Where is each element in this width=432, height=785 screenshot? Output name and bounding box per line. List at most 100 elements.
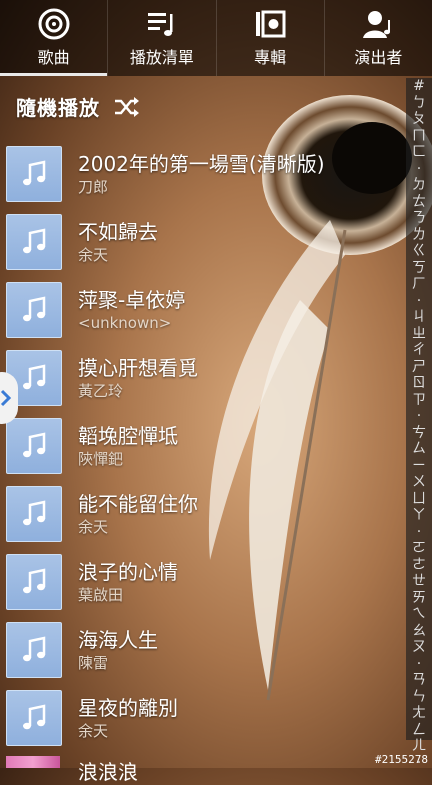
index-letter[interactable]: ㄅ	[406, 95, 432, 112]
song-artist: 陝憚鈀	[78, 450, 124, 468]
album-thumbnail	[6, 622, 62, 678]
song-artist: 陳雷	[78, 654, 109, 672]
song-list: 2002年的第一場雪(清晰版) 刀郎 不如歸去 余天 萍聚-卓依婷 <unknown>…	[0, 140, 400, 752]
album-thumbnail	[6, 146, 62, 202]
album-thumbnail-partial[interactable]	[6, 756, 60, 768]
index-letter[interactable]: ㄧ	[406, 458, 432, 475]
song-row[interactable]: 摸心肝想看覓 黃乙玲	[0, 344, 400, 412]
tab-songs[interactable]: 歌曲	[0, 0, 109, 76]
shuffle-label: 隨機播放	[16, 96, 100, 120]
song-title: 海海人生	[78, 628, 158, 652]
index-letter[interactable]: ㄢ	[406, 672, 432, 689]
music-note-icon	[23, 364, 46, 390]
song-row[interactable]: 萍聚-卓依婷 <unknown>	[0, 276, 400, 344]
tab-label: 演出者	[354, 48, 403, 67]
index-letter[interactable]: ㄠ	[406, 623, 432, 640]
index-letter[interactable]: ·	[406, 524, 432, 541]
index-letter[interactable]: ㄐ	[406, 309, 432, 326]
song-title-partial[interactable]: 浪浪浪	[78, 756, 138, 785]
song-row[interactable]: 能不能留住你 余天	[0, 480, 400, 548]
chevron-right-icon	[0, 389, 12, 407]
song-title: 不如歸去	[78, 220, 158, 244]
music-note-icon	[23, 228, 46, 254]
song-row[interactable]: 不如歸去 余天	[0, 208, 400, 276]
index-letter[interactable]: ㄜ	[406, 557, 432, 574]
song-row[interactable]: 星夜的離別 余天	[0, 684, 400, 752]
index-letter[interactable]: ㄟ	[406, 606, 432, 623]
index-letter[interactable]: ·	[406, 293, 432, 310]
tab-label: 專輯	[254, 48, 287, 67]
song-row[interactable]: 2002年的第一場雪(清晰版) 刀郎	[0, 140, 400, 208]
tab-label: 歌曲	[37, 48, 70, 67]
index-letter[interactable]: ㄩ	[406, 491, 432, 508]
index-letter[interactable]: ·	[406, 408, 432, 425]
song-title: 浪子的心情	[78, 560, 178, 584]
song-artist: 余天	[78, 518, 109, 536]
index-letter[interactable]: ㄡ	[406, 639, 432, 656]
playlist-icon	[147, 13, 173, 36]
tab-albums[interactable]: 專輯	[217, 0, 325, 76]
index-letter[interactable]: ㄥ	[406, 722, 432, 739]
index-letter[interactable]: ㄨ	[406, 474, 432, 491]
shuffle-play-button[interactable]: 隨機播放	[16, 92, 140, 121]
tab-bar: 歌曲 播放清單 專輯 演出者	[0, 0, 432, 76]
music-note-icon	[23, 296, 46, 322]
index-letter[interactable]: ㄞ	[406, 590, 432, 607]
song-row[interactable]: 海海人生 陳雷	[0, 616, 400, 684]
index-letter[interactable]: ·	[406, 161, 432, 178]
song-title: 2002年的第一場雪(清晰版)	[78, 152, 325, 176]
index-letter[interactable]: ㄗ	[406, 392, 432, 409]
album-thumbnail	[6, 486, 62, 542]
music-note-icon	[23, 568, 46, 594]
song-title: 星夜的離別	[78, 696, 178, 720]
tab-artists[interactable]: 演出者	[325, 0, 432, 76]
song-artist: 余天	[78, 722, 109, 740]
music-note-icon	[23, 704, 46, 730]
artist-icon	[363, 11, 391, 38]
index-letter[interactable]: ㄌ	[406, 227, 432, 244]
index-letter[interactable]: ㄍ	[406, 243, 432, 260]
song-artist: 黃乙玲	[78, 382, 124, 400]
index-letter[interactable]: ㄔ	[406, 342, 432, 359]
tab-label: 播放清單	[129, 48, 194, 67]
album-thumbnail	[6, 690, 62, 746]
index-letter[interactable]: ㄈ	[406, 144, 432, 161]
song-row[interactable]: 韜堍腔憚坻 陝憚鈀	[0, 412, 400, 480]
song-row[interactable]: 浪子的心情 葉啟田	[0, 548, 400, 616]
music-note-icon	[23, 636, 46, 662]
song-artist: 刀郎	[78, 178, 109, 196]
music-note-icon	[23, 160, 46, 186]
index-letter[interactable]: ㄉ	[406, 177, 432, 194]
index-letter[interactable]: ㄇ	[406, 128, 432, 145]
index-letter[interactable]: ㄓ	[406, 326, 432, 343]
index-letter[interactable]: ㄝ	[406, 573, 432, 590]
watermark: #2155278	[375, 753, 428, 766]
index-letter[interactable]: ㄆ	[406, 111, 432, 128]
song-title: 韜堍腔憚坻	[78, 424, 178, 448]
music-note-icon	[23, 500, 46, 526]
index-letter[interactable]: ㄎ	[406, 260, 432, 277]
index-letter[interactable]: ㄘ	[406, 425, 432, 442]
index-letter[interactable]: ㄊ	[406, 194, 432, 211]
index-letter[interactable]: ㄤ	[406, 705, 432, 722]
song-title: 萍聚-卓依婷	[78, 288, 186, 312]
index-letter[interactable]: #	[406, 78, 432, 95]
album-icon	[256, 10, 286, 38]
index-letter[interactable]: ㄋ	[406, 210, 432, 227]
album-thumbnail	[6, 418, 62, 474]
index-letter[interactable]: ㄏ	[406, 276, 432, 293]
index-letter[interactable]: ㄛ	[406, 540, 432, 557]
song-artist: <unknown>	[78, 314, 172, 332]
index-letter[interactable]: ㄣ	[406, 689, 432, 706]
alphabet-index-bar[interactable]: # ㄅㄆㄇㄈ · ㄉㄊㄋㄌㄍㄎㄏ · ㄐㄓㄔㄕㄖㄗ · ㄘㄙㄧㄨㄩㄚ · ㄛㄜㄝㄞㄟㄠㄡ · ㄢㄣㄤㄥ…	[406, 78, 432, 771]
shuffle-icon	[115, 96, 139, 117]
album-thumbnail	[6, 282, 62, 338]
index-letter[interactable]: ㄙ	[406, 441, 432, 458]
drawer-handle[interactable]	[0, 372, 18, 424]
index-letter[interactable]: ㄚ	[406, 507, 432, 524]
tab-playlists[interactable]: 播放清單	[108, 0, 217, 76]
song-artist: 葉啟田	[78, 586, 124, 604]
index-letter[interactable]: ㄖ	[406, 375, 432, 392]
index-letter[interactable]: ·	[406, 656, 432, 673]
index-letter[interactable]: ㄕ	[406, 359, 432, 376]
